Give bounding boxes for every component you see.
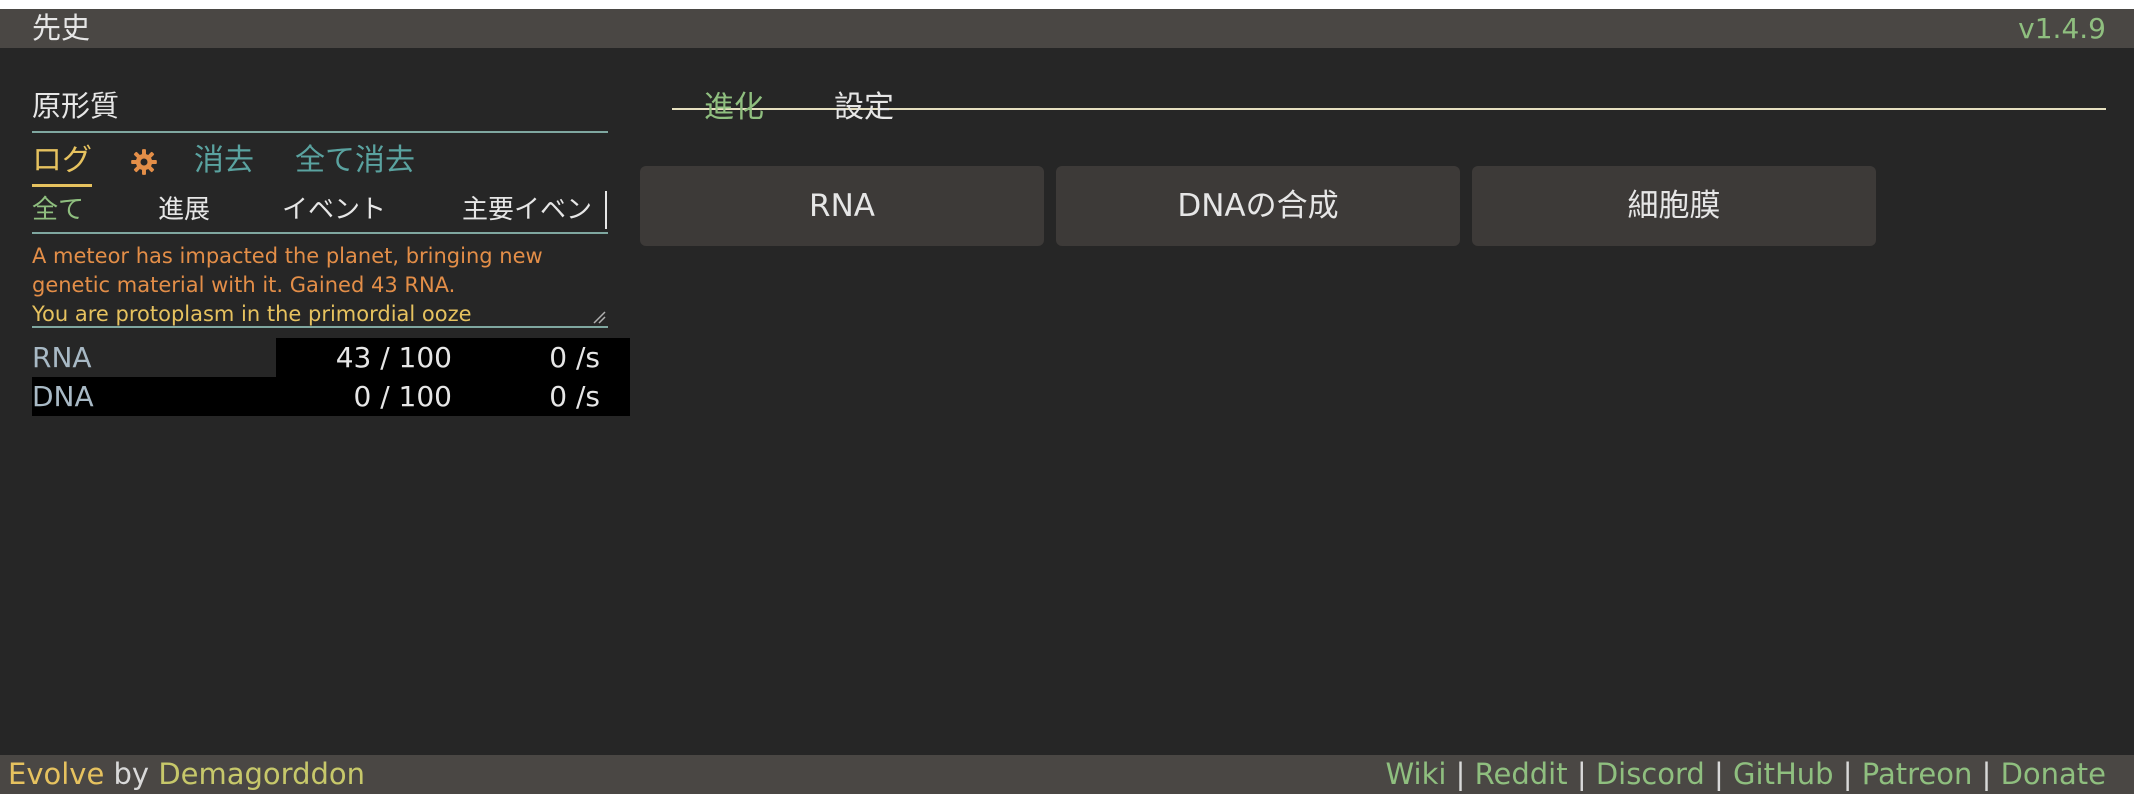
patreon-link[interactable]: Patreon <box>1862 757 1973 791</box>
tab-log[interactable]: ログ <box>32 140 92 187</box>
top-bar: 先史 v1.4.9 <box>0 9 2134 48</box>
resource-rate: 0 /s <box>462 377 630 416</box>
resource-amount: 43 / 100 <box>276 338 462 377</box>
log-message: A meteor has impacted the planet, bringi… <box>32 244 543 297</box>
dna-synthesis-button[interactable]: DNAの合成 <box>1056 166 1460 246</box>
message-log[interactable]: A meteor has impacted the planet, bringi… <box>32 242 608 328</box>
wiki-link[interactable]: Wiki <box>1385 757 1446 791</box>
resource-amount: 0 / 100 <box>276 377 462 416</box>
version-label: v1.4.9 <box>2018 12 2106 45</box>
by-label: by <box>113 757 150 791</box>
author-link[interactable]: Demagorddon <box>158 757 365 791</box>
rna-button[interactable]: RNA <box>640 166 1044 246</box>
log-filters: 全て 進展 イベント 主要イベン <box>32 191 608 234</box>
separator: | <box>1455 757 1466 791</box>
separator: | <box>1576 757 1587 791</box>
footer: Evolve by Demagorddon Wiki | Reddit | Di… <box>0 755 2134 794</box>
github-link[interactable]: GitHub <box>1733 757 1834 791</box>
filter-all[interactable]: 全て <box>32 191 84 229</box>
separator: | <box>1981 757 1992 791</box>
discord-link[interactable]: Discord <box>1596 757 1705 791</box>
resource-name: RNA <box>32 341 92 374</box>
main-tabs: 進化 設定 <box>672 48 2106 125</box>
filter-event[interactable]: イベント <box>282 191 386 229</box>
tab-settings[interactable]: 設定 <box>834 88 894 128</box>
game-title: Evolve <box>8 757 105 791</box>
log-tabs: ログ 消去 全て消去 <box>32 140 608 190</box>
membrane-button[interactable]: 細胞膜 <box>1472 166 1876 246</box>
resource-row-rna: RNA 43 / 100 0 /s <box>32 338 630 377</box>
resource-row-dna: DNA 0 / 100 0 /s <box>32 377 630 416</box>
donate-link[interactable]: Donate <box>2001 757 2106 791</box>
tab-evolution[interactable]: 進化 <box>704 88 764 128</box>
reddit-link[interactable]: Reddit <box>1475 757 1568 791</box>
separator: | <box>1714 757 1724 791</box>
race-name: 原形質 <box>32 86 608 133</box>
era-label: 先史 <box>32 11 91 45</box>
clear-all-log-button[interactable]: 全て消去 <box>295 140 415 182</box>
resize-handle-icon[interactable] <box>592 310 606 324</box>
log-message: You are protoplasm in the primordial ooz… <box>32 302 472 326</box>
gear-icon[interactable] <box>130 148 158 176</box>
resource-rate: 0 /s <box>462 338 630 377</box>
clear-log-button[interactable]: 消去 <box>194 140 254 182</box>
footer-links: Wiki | Reddit | Discord | GitHub | Patre… <box>1385 755 2106 794</box>
resource-table: RNA 43 / 100 0 /s DNA 0 / 100 0 /s <box>32 338 630 416</box>
credits: Evolve by Demagorddon <box>8 755 365 794</box>
filter-major-event[interactable]: 主要イベン <box>462 191 607 229</box>
filter-progress[interactable]: 進展 <box>158 191 210 229</box>
separator: | <box>1842 757 1853 791</box>
resource-name: DNA <box>32 377 276 416</box>
app-window: 先史 v1.4.9 原形質 ログ 消去 全て消去 全て 進展 イベント 主要イベ… <box>0 9 2134 794</box>
